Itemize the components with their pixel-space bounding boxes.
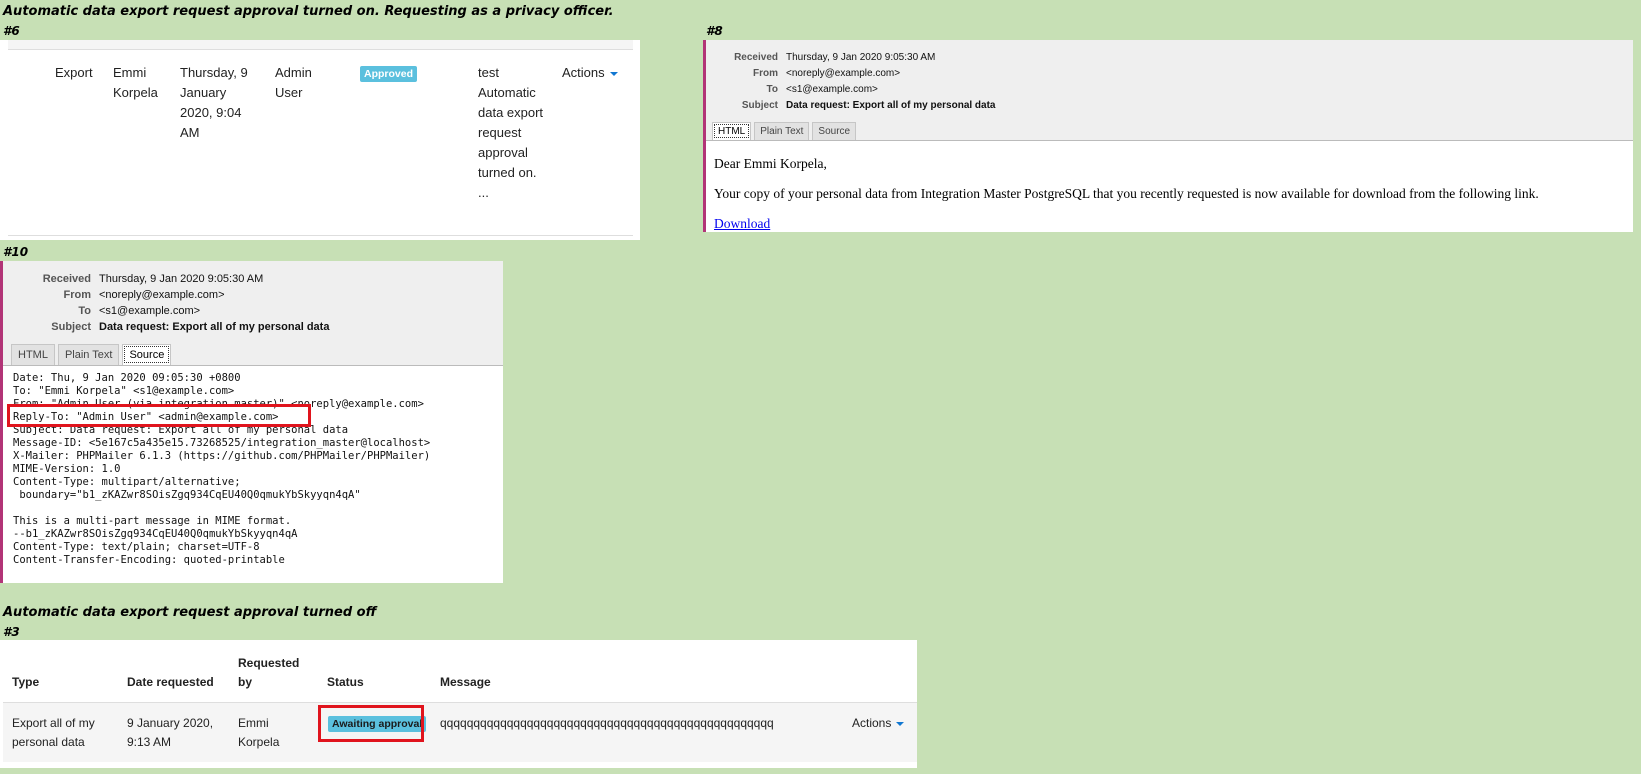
col-header-requested-by: Requested by [238,656,300,689]
email-header: Received Thursday, 9 Jan 2020 9:05:30 AM … [706,40,1633,118]
request-date: Thursday, 9 January 2020, 9:04 AM [180,65,248,140]
status-badge: Approved [360,66,418,82]
email-body: Dear Emmi Korpela, Your copy of your per… [706,141,1633,253]
tab-html[interactable]: HTML [11,344,55,365]
header-to: To <s1@example.com> [706,82,1633,98]
data-request-table-awaiting: Type Date requested Requested by Status … [0,640,917,768]
header-received: Received Thursday, 9 Jan 2020 9:05:30 AM [706,50,1633,66]
col-header-message: Message [440,675,491,689]
header-value: <noreply@example.com> [99,289,225,301]
actions-label: Actions [562,65,605,80]
header-value: Thursday, 9 Jan 2020 9:05:30 AM [99,273,264,285]
header-value: <s1@example.com> [99,305,201,317]
header-key: Subject [51,321,91,333]
tab-plain-text[interactable]: Plain Text [57,344,120,365]
request-type: Export all of my personal data [12,716,95,749]
header-from: From <noreply@example.com> [706,66,1633,82]
header-subject: Subject Data request: Export all of my pe… [3,319,503,335]
chevron-down-icon [609,71,618,76]
chevron-down-icon [896,721,905,726]
caption-auto-approval-on: Automatic data export request approval t… [3,4,614,19]
email-text: Your copy of your personal data from Int… [714,186,1539,201]
header-value: Data request: Export all of my personal … [786,100,996,111]
status-badge-wrap: Approved [360,63,418,83]
requested-by-link[interactable]: Emmi Korpela [238,714,298,752]
header-subject: Subject Data request: Export all of my pe… [706,98,1633,114]
email-source: Date: Thu, 9 Jan 2020 09:05:30 +0800 To:… [13,372,431,566]
request-type: Export [55,65,93,80]
header-key: Subject [741,100,778,111]
header-key: To [766,84,778,95]
divider [8,235,633,236]
header-key: From [753,68,778,79]
panel-label-6: #6 [3,24,20,38]
actions-label: Actions [852,716,892,730]
panel-label-8: #8 [706,24,723,38]
requested-by-link[interactable]: Admin User [275,63,335,103]
email-header: Received Thursday, 9 Jan 2020 9:05:30 AM … [3,261,503,339]
col-header-status: Status [327,675,364,689]
header-key: Received [734,52,778,63]
table-header-bar [8,40,633,50]
caption-auto-approval-off: Automatic data export request approval t… [3,605,377,620]
header-value: <noreply@example.com> [786,68,901,79]
header-from: From <noreply@example.com> [3,287,503,303]
download-link[interactable]: Download [714,216,770,231]
col-header-date: Date requested [127,675,214,689]
data-request-table-approved: Export Emmi Korpela Thursday, 9 January … [0,40,640,240]
tab-html[interactable]: HTML [712,122,752,140]
table-row: Export all of my personal data 9 January… [3,702,917,762]
col-header-type: Type [12,675,40,689]
header-key: Received [42,273,91,285]
actions-menu[interactable]: Actions [562,63,618,83]
actions-menu[interactable]: Actions [852,714,905,733]
header-value: <s1@example.com> [786,84,878,95]
header-key: To [78,305,91,317]
panel-label-3: #3 [3,625,20,639]
tab-source[interactable]: Source [122,344,172,365]
request-message: test Automatic data export request appro… [478,65,544,200]
request-date: 9 January 2020, 9:13 AM [127,716,214,749]
header-key: From [63,289,92,301]
request-message: qqqqqqqqqqqqqqqqqqqqqqqqqqqqqqqqqqqqqqqq… [440,716,774,730]
tab-plain-text[interactable]: Plain Text [754,122,810,140]
header-received: Received Thursday, 9 Jan 2020 9:05:30 AM [3,271,503,287]
email-tabs: HTML Plain Text Source [3,339,503,366]
header-to: To <s1@example.com> [3,303,503,319]
email-greeting: Dear Emmi Korpela, [714,156,827,171]
reply-to-highlight [7,404,311,427]
header-value: Thursday, 9 Jan 2020 9:05:30 AM [786,52,936,63]
email-tabs: HTML Plain Text Source [706,118,1633,141]
user-link[interactable]: Emmi Korpela [113,63,168,103]
email-preview-html: Received Thursday, 9 Jan 2020 9:05:30 AM … [703,40,1633,232]
tab-source[interactable]: Source [812,122,857,140]
panel-label-10: #10 [3,245,29,259]
status-highlight [318,705,424,742]
header-value: Data request: Export all of my personal … [99,321,330,333]
